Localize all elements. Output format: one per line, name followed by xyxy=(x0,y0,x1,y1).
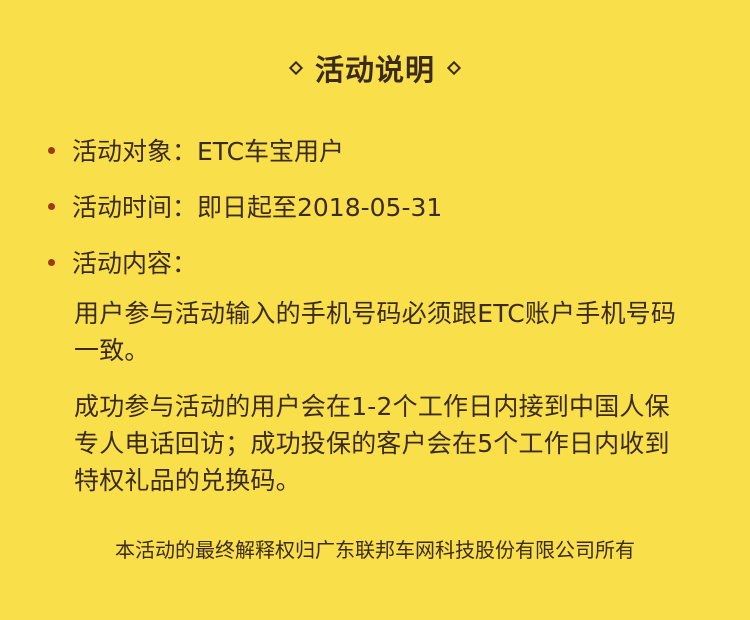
content-paragraph-1: 用户参与活动输入的手机号码必须跟ETC账户手机号码一致。 xyxy=(74,299,677,365)
footer-note: 本活动的最终解释权归广东联邦车网科技股份有限公司所有 xyxy=(115,538,635,562)
diamond-left-icon xyxy=(288,60,304,76)
bullet-icon xyxy=(48,258,55,266)
detail-item-target: 活动对象：ETC车宝用户 xyxy=(48,133,344,167)
content-paragraph-2: 成功参与活动的用户会在1-2个工作日内接到中国人保专人电话回访；成功投保的客户会… xyxy=(74,392,670,495)
section-title: 活动说明 xyxy=(0,46,750,90)
detail-item-period: 活动时间：即日起至2018-05-31 xyxy=(48,189,442,223)
detail-item-text: 活动内容： xyxy=(72,249,198,278)
detail-item-text: 活动对象：ETC车宝用户 xyxy=(72,137,345,166)
diamond-right-icon xyxy=(446,60,462,76)
detail-item-text: 活动时间：即日起至2018-05-31 xyxy=(72,193,443,222)
title-text: 活动说明 xyxy=(314,53,435,87)
detail-item-content: 活动内容： xyxy=(48,245,197,279)
bullet-icon xyxy=(48,202,55,210)
bullet-icon xyxy=(48,146,55,154)
